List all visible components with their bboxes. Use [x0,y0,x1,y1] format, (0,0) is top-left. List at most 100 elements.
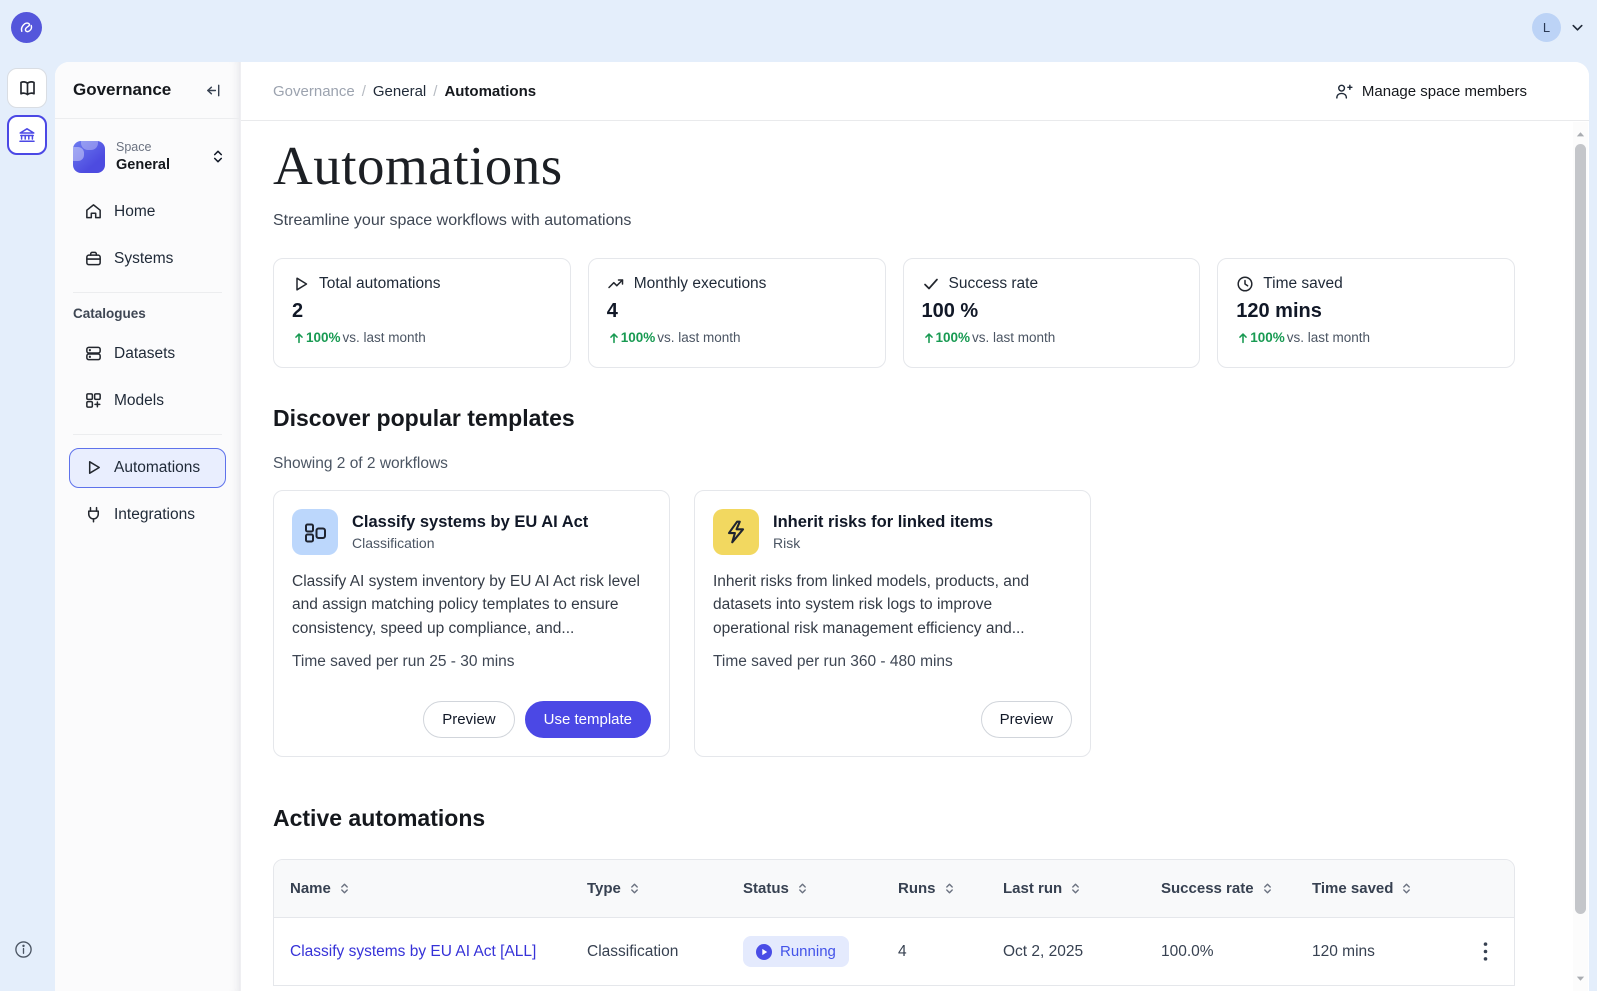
stat-card-total-automations: Total automations 2 100% vs. last month [273,258,571,368]
stat-label: Time saved [1263,275,1343,293]
check-icon [922,275,940,293]
sort-icon [1069,882,1082,895]
stat-value: 2 [292,300,552,323]
page-title: Automations [273,134,1515,197]
collapse-sidebar-button[interactable] [205,82,222,99]
template-category: Risk [773,535,993,551]
breadcrumb-governance[interactable]: Governance [273,83,355,100]
stat-value: 120 mins [1236,300,1496,323]
library-button[interactable] [7,68,47,108]
models-icon [84,391,103,410]
arrow-up-icon [922,331,936,345]
preview-button[interactable]: Preview [981,701,1072,738]
sidebar-item-home[interactable]: Home [69,192,226,232]
stat-value: 100 % [922,300,1182,323]
sidebar-divider [73,434,222,435]
automation-success-rate: 100.0% [1161,943,1312,961]
column-header-last-run[interactable]: Last run [1003,880,1161,897]
stat-card-monthly-executions: Monthly executions 4 100% vs. last month [588,258,886,368]
sort-icon [338,882,351,895]
manage-space-members-label: Manage space members [1362,83,1527,100]
template-description: Inherit risks from linked models, produc… [713,570,1072,640]
automation-type: Classification [587,943,743,961]
sidebar-item-models[interactable]: Models [69,381,226,421]
play-icon [84,458,103,477]
stat-card-success-rate: Success rate 100 % 100% vs. last month [903,258,1201,368]
template-title: Inherit risks for linked items [773,513,993,532]
info-icon [14,940,33,959]
collapse-sidebar-icon [205,82,222,99]
scrollbar-thumb[interactable] [1575,144,1586,914]
avatar[interactable]: L [1532,13,1561,42]
icon-rail [0,62,55,991]
scrollbar[interactable] [1573,122,1588,991]
automation-last-run: Oct 2, 2025 [1003,943,1161,961]
stat-delta-value: 100% [936,330,971,345]
column-header-type[interactable]: Type [587,880,743,897]
template-card-inherit-risks: Inherit risks for linked items Risk Inhe… [694,490,1091,757]
user-plus-icon [1334,82,1353,101]
clock-icon [1236,275,1254,293]
stat-delta-note: vs. last month [1287,330,1370,345]
template-category: Classification [352,535,588,551]
sidebar-item-label: Datasets [114,345,175,363]
space-name: General [116,156,199,174]
stat-label: Success rate [949,275,1039,293]
row-actions-button[interactable] [1479,938,1492,965]
book-icon [17,78,38,99]
stat-delta-value: 100% [621,330,656,345]
stats-row: Total automations 2 100% vs. last month … [273,258,1515,368]
lightning-icon [713,509,759,555]
space-selector[interactable]: Space General [73,140,226,174]
column-header-name[interactable]: Name [274,880,587,897]
info-button[interactable] [14,940,33,959]
stat-card-time-saved: Time saved 120 mins 100% vs. last month [1217,258,1515,368]
sidebar-item-label: Models [114,392,164,410]
app-logo[interactable] [11,12,42,43]
sort-icon [1261,882,1274,895]
space-label: Space [116,140,199,156]
column-header-status[interactable]: Status [743,880,898,897]
active-automations-table: Name Type Status Runs Last run Success r… [273,859,1515,986]
stat-delta-note: vs. last month [657,330,740,345]
running-play-icon [756,944,772,960]
arrow-up-icon [1236,331,1250,345]
sort-icon [1400,882,1413,895]
datasets-icon [84,344,103,363]
space-switcher-icon[interactable] [210,148,226,165]
governance-button[interactable] [7,115,47,155]
active-automations-heading: Active automations [273,805,1515,832]
table-row: Classify systems by EU AI Act [ALL] Clas… [274,918,1514,985]
column-header-time-saved[interactable]: Time saved [1312,880,1445,897]
status-label: Running [780,943,836,960]
arrow-up-icon [292,331,306,345]
stat-label: Total automations [319,275,441,293]
automation-name-link[interactable]: Classify systems by EU AI Act [ALL] [274,943,587,961]
column-header-runs[interactable]: Runs [898,880,1003,897]
sort-icon [943,882,956,895]
template-title: Classify systems by EU AI Act [352,513,588,532]
template-description: Classify AI system inventory by EU AI Ac… [292,570,651,640]
page-subtitle: Streamline your space workflows with aut… [273,212,1515,230]
automation-time-saved: 120 mins [1312,943,1445,961]
stat-label: Monthly executions [634,275,767,293]
templates-count: Showing 2 of 2 workflows [273,455,1515,473]
template-time-saved: Time saved per run 360 - 480 mins [713,653,1072,671]
breadcrumb-general[interactable]: General [373,83,426,100]
sidebar-item-datasets[interactable]: Datasets [69,334,226,374]
preview-button[interactable]: Preview [423,701,514,738]
sidebar-item-automations[interactable]: Automations [69,448,226,488]
scroll-up-icon[interactable] [1575,129,1586,140]
classification-squares-icon [292,509,338,555]
sort-icon [628,882,641,895]
trend-up-icon [607,275,625,293]
column-header-success-rate[interactable]: Success rate [1161,880,1312,897]
sidebar-item-systems[interactable]: Systems [69,239,226,279]
stat-value: 4 [607,300,867,323]
sidebar-item-label: Home [114,203,155,221]
use-template-button[interactable]: Use template [525,701,651,738]
chevron-down-icon[interactable] [1569,19,1586,36]
sidebar-item-integrations[interactable]: Integrations [69,495,226,535]
manage-space-members-button[interactable]: Manage space members [1334,82,1527,101]
scroll-down-icon[interactable] [1575,973,1586,984]
